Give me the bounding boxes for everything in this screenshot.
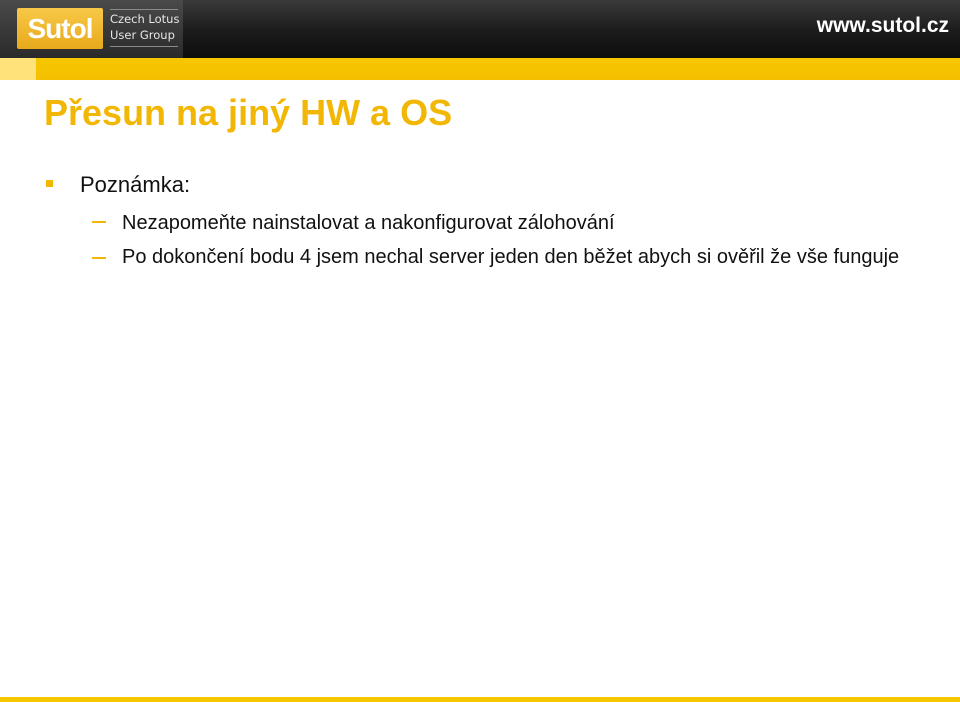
logo-subtitle-line1: Czech Lotus xyxy=(110,12,180,26)
site-url: www.sutol.cz xyxy=(816,14,949,37)
logo-rule-top xyxy=(110,9,178,10)
logo-subtitle: Czech Lotus User Group xyxy=(110,11,182,43)
bullet-text: Poznámka: xyxy=(80,172,191,197)
square-bullet-icon xyxy=(46,180,53,187)
sub-bullet-text: Po dokončení bodu 4 jsem nechal server j… xyxy=(122,246,900,268)
logo: Sutol Czech Lotus User Group xyxy=(0,0,183,58)
dash-bullet-icon xyxy=(92,221,106,223)
logo-subtitle-line2: User Group xyxy=(110,28,175,42)
header-bar: Sutol Czech Lotus User Group www.sutol.c… xyxy=(0,0,960,58)
accent-tab xyxy=(0,58,36,80)
slide-title: Přesun na jiný HW a OS xyxy=(44,92,453,133)
dash-bullet-icon xyxy=(92,257,106,259)
sub-bullet-text: Nezapomeňte nainstalovat a nakonfigurova… xyxy=(122,212,615,234)
footer-band xyxy=(0,697,960,702)
logo-brand: Sutol xyxy=(17,8,103,49)
accent-band xyxy=(0,58,960,80)
logo-rule-bottom xyxy=(110,46,178,47)
